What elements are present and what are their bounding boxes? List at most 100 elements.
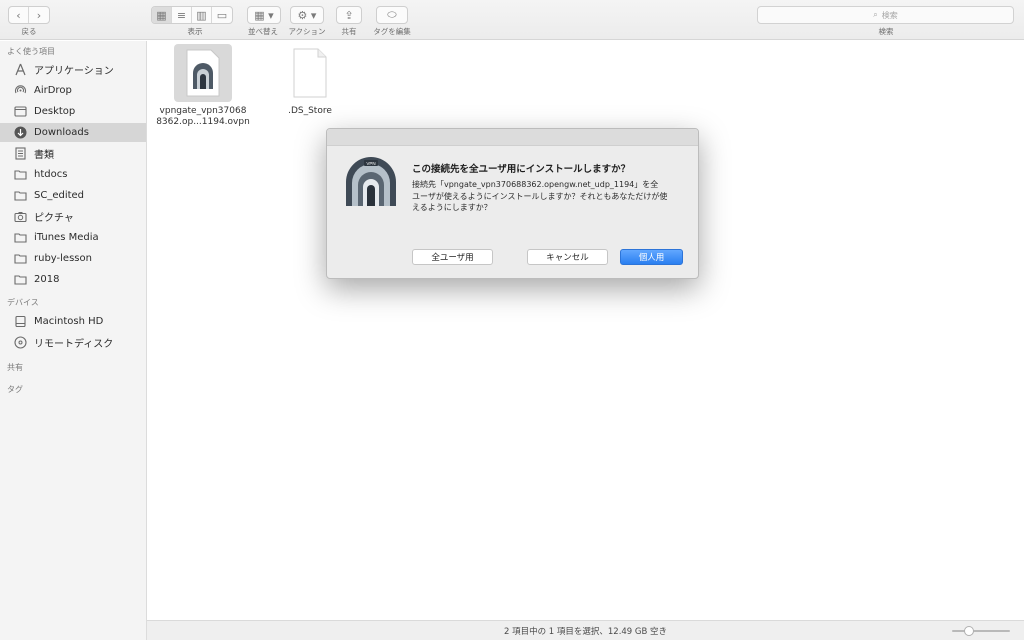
gallery-view-button[interactable]: ▭ xyxy=(212,7,232,23)
tag-group: ⬭ xyxy=(376,6,408,24)
forward-button[interactable]: › xyxy=(29,7,49,23)
all-users-button[interactable]: 全ユーザ用 xyxy=(412,249,493,265)
toolbar: ‹ › 戻る ▦ ≡ ▥ ▭ 表示 ▦ ▾ 並べ替え ⚙ ▾ アクション ⇪ 共… xyxy=(0,0,1024,40)
sidebar-item-label: htdocs xyxy=(34,169,68,180)
file-icon-selected-bg xyxy=(174,44,232,102)
action-group: ⚙ ▾ xyxy=(290,6,324,24)
install-dialog: VPN この接続先を全ユーザ用にインストールしますか？ 接続先「vpngate_… xyxy=(326,128,699,279)
sidebar-item-htdocs[interactable]: htdocs xyxy=(0,165,146,184)
sidebar-item-remote-disc[interactable]: リモートディスク xyxy=(0,333,146,352)
action-label: アクション xyxy=(288,27,326,36)
dialog-message-line2: ユーザが使えるようにインストールしますか？それともあなただけが使 xyxy=(412,191,668,201)
icon-size-slider[interactable] xyxy=(952,626,1010,636)
camera-icon xyxy=(14,210,27,223)
applications-icon xyxy=(14,63,27,76)
sidebar-item-airdrop[interactable]: AirDrop xyxy=(0,81,146,100)
gear-icon: ⚙ ▾ xyxy=(297,8,317,22)
view-mode-group: ▦ ≡ ▥ ▭ xyxy=(151,6,233,24)
list-view-button[interactable]: ≡ xyxy=(172,7,192,23)
sidebar-item-documents[interactable]: 書類 xyxy=(0,144,146,163)
sidebar-item-downloads[interactable]: Downloads xyxy=(0,123,146,142)
share-group: ⇪ xyxy=(336,6,362,24)
sidebar-item-label: ruby-lesson xyxy=(34,253,92,264)
sidebar-item-label: Macintosh HD xyxy=(34,316,104,327)
tag-icon: ⬭ xyxy=(387,8,397,21)
file-name: .DS_Store xyxy=(288,106,332,116)
sidebar-item-label: AirDrop xyxy=(34,85,72,96)
file-name-line2: 8362.op...1194.ovpn xyxy=(156,117,250,127)
sidebar-item-pictures[interactable]: ピクチャ xyxy=(0,207,146,226)
dialog-message: 接続先「vpngate_vpn370688362.opengw.net_udp_… xyxy=(412,179,682,214)
status-text: 2 項目中の 1 項目を選択、12.49 GB 空き xyxy=(503,626,668,637)
search-placeholder: 検索 xyxy=(881,10,898,20)
dialog-message-line1: 接続先「vpngate_vpn370688362.opengw.net_udp_… xyxy=(412,180,659,189)
file-icon-wrap xyxy=(281,44,339,102)
airdrop-icon xyxy=(14,84,27,97)
action-button[interactable]: ⚙ ▾ xyxy=(291,7,323,23)
list-icon: ≡ xyxy=(176,8,187,22)
icon-view-button[interactable]: ▦ xyxy=(152,7,172,23)
slider-knob[interactable] xyxy=(964,626,974,636)
column-view-button[interactable]: ▥ xyxy=(192,7,212,23)
sort-button[interactable]: ▦ ▾ xyxy=(248,7,280,23)
edit-tags-button[interactable]: ⬭ xyxy=(377,7,407,23)
grid-icon: ▦ xyxy=(156,8,167,22)
tags-heading: タグ xyxy=(7,385,23,394)
file-name-line1: vpngate_vpn37068 xyxy=(159,106,247,116)
search-label: 検索 xyxy=(878,27,894,36)
remote-disc-icon xyxy=(14,336,27,349)
blank-file-icon xyxy=(293,48,327,98)
cancel-button[interactable]: キャンセル xyxy=(527,249,608,265)
sidebar-item-label: 書類 xyxy=(34,150,54,161)
sidebar-item-sc-edited[interactable]: SC_edited xyxy=(0,186,146,205)
folder-icon xyxy=(14,189,27,202)
chevron-right-icon: › xyxy=(36,8,42,22)
columns-icon: ▥ xyxy=(196,8,207,22)
folder-icon xyxy=(14,252,27,265)
sidebar-item-label: リモートディスク xyxy=(34,339,114,350)
vpn-app-icon: VPN xyxy=(344,156,398,212)
hard-drive-icon xyxy=(14,315,27,328)
downloads-icon xyxy=(14,126,27,139)
status-bar: 2 項目中の 1 項目を選択、12.49 GB 空き xyxy=(147,620,1024,640)
sidebar-item-label: Downloads xyxy=(34,127,89,138)
shared-heading: 共有 xyxy=(7,363,23,372)
sidebar-item-label: Desktop xyxy=(34,106,76,117)
sidebar-item-2018[interactable]: 2018 xyxy=(0,270,146,289)
folder-icon xyxy=(14,273,27,286)
folder-icon xyxy=(14,168,27,181)
devices-heading: デバイス xyxy=(7,298,39,307)
file-name-selected: vpngate_vpn37068 8362.op...1194.ovpn xyxy=(156,106,250,127)
gallery-icon: ▭ xyxy=(216,8,228,22)
sidebar-item-macintosh-hd[interactable]: Macintosh HD xyxy=(0,312,146,331)
sort-label: 並べ替え xyxy=(248,27,278,36)
file-name: vpngate_vpn37068 8362.op...1194.ovpn xyxy=(153,106,253,128)
sidebar: よく使う項目 アプリケーション AirDrop Desktop Download… xyxy=(0,41,147,640)
file-item-ds-store[interactable]: .DS_Store xyxy=(260,44,360,117)
dialog-titlebar xyxy=(327,129,698,146)
grid-dropdown-icon: ▦ ▾ xyxy=(254,8,274,22)
sidebar-item-desktop[interactable]: Desktop xyxy=(0,102,146,121)
sidebar-item-label: iTunes Media xyxy=(34,232,99,243)
folder-icon xyxy=(14,231,27,244)
back-button[interactable]: ‹ xyxy=(9,7,29,23)
sidebar-item-applications[interactable]: アプリケーション xyxy=(0,60,146,79)
personal-button[interactable]: 個人用 xyxy=(620,249,683,265)
search-icon: ⌕ xyxy=(873,10,878,19)
sidebar-item-label: ピクチャ xyxy=(34,213,74,224)
vpn-icon-text: VPN xyxy=(366,161,375,166)
share-icon: ⇪ xyxy=(344,8,354,22)
sidebar-item-label: SC_edited xyxy=(34,190,85,201)
sidebar-item-ruby-lesson[interactable]: ruby-lesson xyxy=(0,249,146,268)
favorites-heading: よく使う項目 xyxy=(7,47,55,56)
back-label: 戻る xyxy=(21,27,37,36)
file-item-vpngate[interactable]: vpngate_vpn37068 8362.op...1194.ovpn xyxy=(153,44,253,128)
dialog-title: この接続先を全ユーザ用にインストールしますか？ xyxy=(412,164,631,175)
share-button[interactable]: ⇪ xyxy=(337,7,361,23)
finder-window: ‹ › 戻る ▦ ≡ ▥ ▭ 表示 ▦ ▾ 並べ替え ⚙ ▾ アクション ⇪ 共… xyxy=(0,0,1024,640)
sidebar-item-itunes-media[interactable]: iTunes Media xyxy=(0,228,146,247)
share-label: 共有 xyxy=(341,27,357,36)
documents-icon xyxy=(14,147,27,160)
search-field[interactable]: ⌕ 検索 xyxy=(757,6,1014,24)
sidebar-item-label: アプリケーション xyxy=(34,66,114,77)
